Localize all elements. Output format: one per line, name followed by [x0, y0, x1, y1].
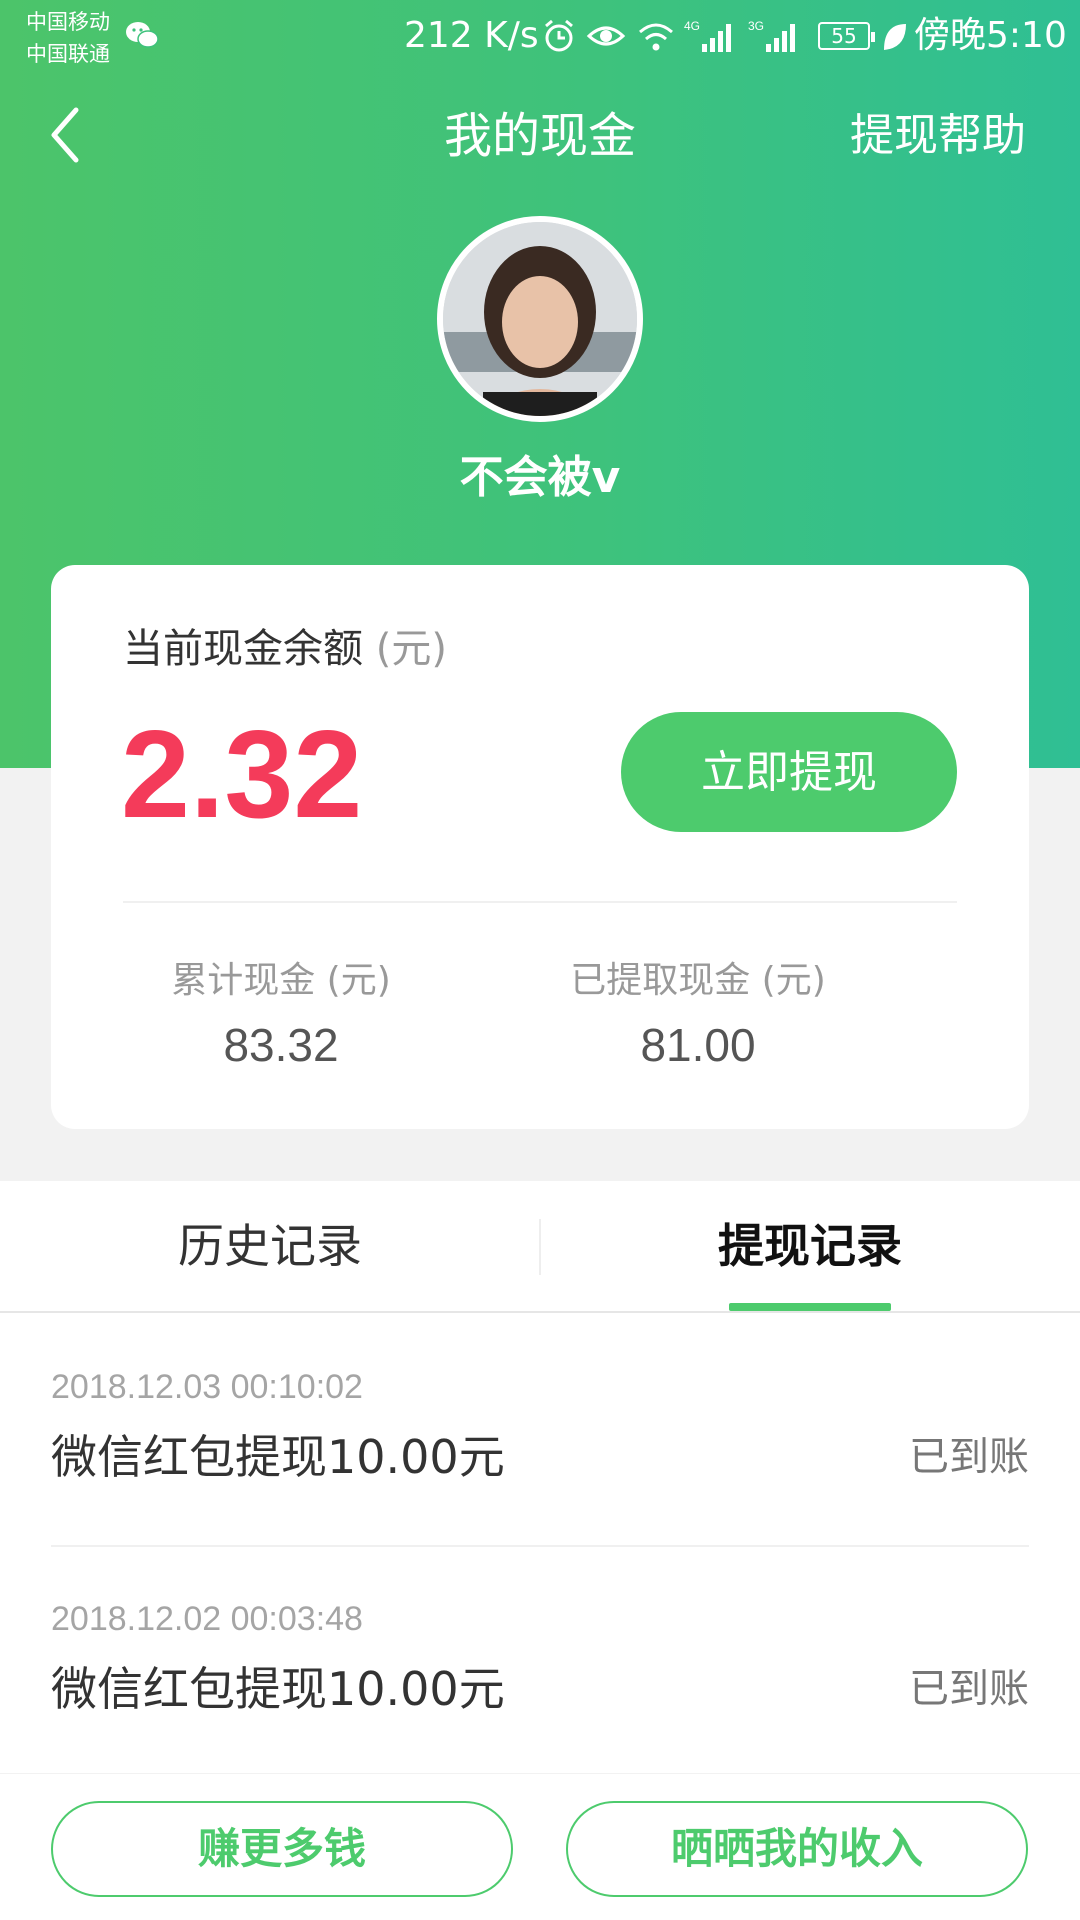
record-time: 2018.12.03 00:10:02 [51, 1368, 363, 1406]
earn-more-button[interactable]: 赚更多钱 [51, 1801, 513, 1897]
balance-amount: 2.32 [121, 706, 363, 844]
carrier-primary: 中国移动 [26, 10, 110, 34]
tab-history[interactable]: 历史记录 [0, 1181, 540, 1311]
balance-label-text: 当前现金余额 [123, 626, 363, 672]
battery-icon: 55 [818, 22, 875, 50]
avatar-photo [443, 222, 637, 416]
withdraw-now-button[interactable]: 立即提现 [621, 712, 957, 832]
carrier-secondary: 中国联通 [26, 42, 110, 66]
tab-withdraw-records[interactable]: 提现记录 [540, 1181, 1080, 1311]
active-tab-indicator [729, 1303, 891, 1311]
network-type-label: 3G [748, 19, 764, 33]
withdrawn-cash-value: 81.00 [640, 1019, 756, 1071]
wechat-icon [126, 22, 159, 48]
list-item[interactable]: 2018.12.02 00:03:48 微信红包提现10.00元 已到账 [51, 1545, 1029, 1777]
record-status: 已到账 [909, 1666, 1029, 1712]
record-title: 微信红包提现10.00元 [51, 1662, 505, 1716]
withdraw-help-link[interactable]: 提现帮助 [850, 106, 1026, 166]
share-income-button[interactable]: 晒晒我的收入 [566, 1801, 1028, 1897]
status-bar: 中国移动 中国联通 212 K/s 4G 3G 55 傍晚5:10 [0, 0, 1080, 76]
total-cash-stat: 累计现金 (元) 83.32 [81, 957, 481, 1075]
record-time: 2018.12.02 00:03:48 [51, 1600, 363, 1638]
signal-icon: 4G [684, 19, 731, 52]
leaf-icon [884, 24, 906, 50]
record-status: 已到账 [909, 1434, 1029, 1480]
avatar [437, 216, 643, 422]
balance-label: 当前现金余额 (元) [123, 623, 447, 675]
withdraw-record-list: 2018.12.03 00:10:02 微信红包提现10.00元 已到账 201… [0, 1313, 1080, 1773]
record-tabs: 历史记录 提现记录 [0, 1181, 1080, 1313]
total-cash-label: 累计现金 (元) [171, 960, 391, 1001]
total-cash-value: 83.32 [223, 1019, 339, 1071]
signal-icon: 3G [748, 19, 795, 52]
record-title: 微信红包提现10.00元 [51, 1430, 505, 1484]
bottom-action-bar: 赚更多钱 晒晒我的收入 [0, 1774, 1080, 1920]
eye-icon [586, 26, 626, 46]
clock: 傍晚5:10 [914, 15, 1067, 56]
balance-card: 当前现金余额 (元) 2.32 立即提现 累计现金 (元) 83.32 已提取现… [51, 565, 1029, 1129]
balance-unit: (元) [375, 626, 447, 672]
network-type-label: 4G [684, 19, 700, 33]
list-item[interactable]: 2018.12.03 00:10:02 微信红包提现10.00元 已到账 [51, 1313, 1029, 1547]
username: 不会被v [459, 452, 621, 503]
alarm-icon [545, 19, 573, 52]
network-speed: 212 K/s [404, 15, 539, 56]
divider [123, 901, 957, 903]
withdrawn-cash-stat: 已提取现金 (元) 81.00 [498, 957, 898, 1075]
wifi-icon [639, 23, 673, 51]
withdrawn-cash-label: 已提取现金 (元) [570, 960, 826, 1001]
